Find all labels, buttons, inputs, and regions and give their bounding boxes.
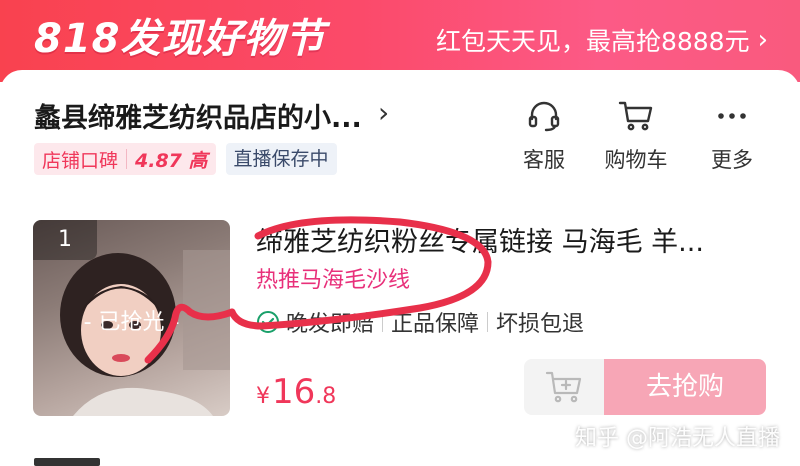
red-packet-promo[interactable]: 红包天天见，最高抢8888元 › [436,22,768,58]
buy-button[interactable]: 去抢购 [604,359,766,415]
festival-title: 818发现好物节 [34,16,326,62]
chevron-right-icon: › [757,25,768,55]
product-image[interactable]: 1 - 已抢光 - [33,220,230,416]
live-saving-badge: 直播保存中 [225,143,337,175]
sold-out-overlay: - 已抢光 - [83,310,180,335]
product-title[interactable]: 缔雅芝纺织粉丝专属链接 马海毛 羊... [256,220,766,259]
more-label: 更多 [711,148,753,172]
more-button[interactable]: 更多 [692,96,772,174]
price: ¥ 16 .8 [256,372,336,412]
divider [382,312,384,332]
guarantee-genuine: 正品保障 [391,312,480,337]
price-decimal: .8 [315,384,337,409]
more-icon [692,96,772,136]
promo-text: 红包天天见，最高抢8888元 [435,27,750,56]
next-item-edge [34,458,100,466]
add-cart-icon [545,371,582,403]
guarantee-list: 晚发即赔 正品保障 坏损包退 [256,306,584,338]
cart-icon [596,96,676,136]
reputation-badge[interactable]: 店铺口碑 4.87 高 [34,143,216,175]
guarantee-late-delivery: 晚发即赔 [286,312,375,337]
divider [487,312,489,332]
reputation-label: 店铺口碑 [42,149,119,172]
cart-label: 购物车 [604,148,668,172]
customer-service-label: 客服 [523,148,565,172]
chevron-right-icon[interactable]: › [378,96,389,129]
cart-button[interactable]: 购物车 [596,96,676,174]
check-circle-icon [257,311,279,333]
rank-badge: 1 [33,220,97,260]
add-to-cart-button[interactable] [524,359,604,415]
store-badges: 店铺口碑 4.87 高 直播保存中 [34,143,337,175]
guarantee-item: 晚发即赔 [256,306,374,338]
reputation-score: 4.87 高 [135,149,208,172]
watermark: 知乎 @阿浩无人直播 [575,426,780,451]
price-integer: 16 [272,372,316,412]
guarantee-damage-return: 坏损包退 [496,312,585,337]
price-currency: ¥ [256,384,270,409]
headset-icon [504,96,584,136]
hot-tag: 热推马海毛沙线 [256,268,411,293]
customer-service-button[interactable]: 客服 [504,96,584,174]
store-name[interactable]: 蠡县缔雅芝纺织品店的小... [34,96,362,135]
